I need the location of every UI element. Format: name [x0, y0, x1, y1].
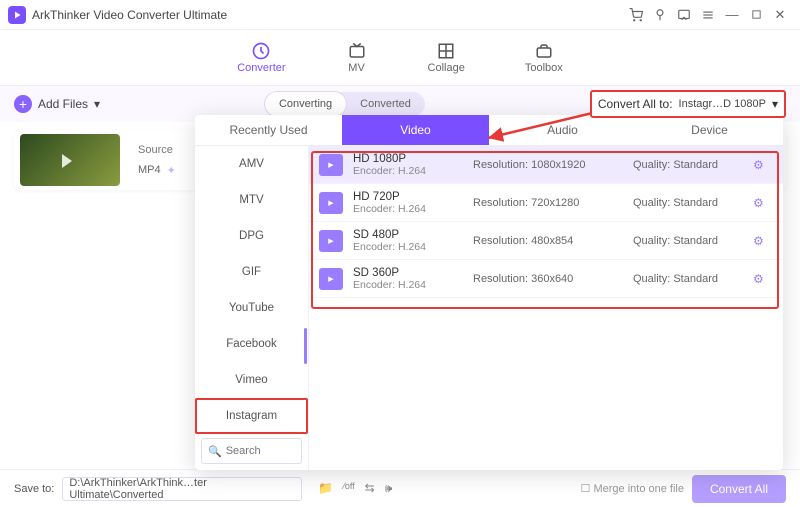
- merge-label: Merge into one file: [593, 483, 684, 495]
- converted-tab[interactable]: Converted: [346, 92, 425, 116]
- menu-icon[interactable]: [696, 3, 720, 27]
- source-label: Source: [138, 144, 176, 156]
- cart-icon[interactable]: [624, 3, 648, 27]
- category-item[interactable]: DPG: [195, 218, 308, 254]
- format-row[interactable]: ▶ SD 480PEncoder: H.264 Resolution: 480x85…: [309, 222, 783, 260]
- nav-label: Toolbox: [525, 62, 563, 74]
- add-files-button[interactable]: + Add Files ▾: [14, 95, 100, 113]
- status-pill: Converting Converted: [265, 92, 425, 116]
- convert-all-button[interactable]: Convert All: [692, 475, 786, 503]
- nav-label: MV: [348, 62, 365, 74]
- tab-audio[interactable]: Audio: [489, 115, 636, 145]
- nav-collage[interactable]: Collage: [428, 42, 465, 74]
- format-encoder: Encoder: H.264: [353, 203, 463, 215]
- tab-video[interactable]: Video: [342, 115, 489, 145]
- folder-icon[interactable]: 📁: [318, 481, 333, 496]
- format-encoder: Encoder: H.264: [353, 165, 463, 177]
- key-icon[interactable]: [648, 3, 672, 27]
- collage-icon: [435, 42, 457, 60]
- add-files-label: Add Files: [38, 97, 88, 111]
- off-icon[interactable]: ⁄off: [343, 481, 354, 496]
- category-item[interactable]: Vimeo: [195, 362, 308, 398]
- gear-icon[interactable]: ⚙: [753, 234, 773, 248]
- format-icon: ▶: [319, 192, 343, 214]
- saveto-label: Save to:: [14, 483, 54, 495]
- format-icon: ▶: [319, 268, 343, 290]
- tab-device[interactable]: Device: [636, 115, 783, 145]
- plus-icon: +: [14, 95, 32, 113]
- convert-all-to: Convert All to: Instagr…D 1080P ▾: [590, 90, 786, 118]
- bottom-icon-strip: 📁 ⁄off ⇆ 🕪: [318, 481, 392, 496]
- format-popup: Recently Used Video Audio Device AMVMTVD…: [195, 115, 783, 470]
- nav-mv[interactable]: MV: [346, 42, 368, 74]
- popup-tabs: Recently Used Video Audio Device: [195, 115, 783, 146]
- saveto-path[interactable]: D:\ArkThinker\ArkThink…ter Ultimate\Conv…: [62, 477, 302, 501]
- feedback-icon[interactable]: [672, 3, 696, 27]
- app-title: ArkThinker Video Converter Ultimate: [32, 8, 227, 22]
- category-item[interactable]: MTV: [195, 182, 308, 218]
- titlebar: ArkThinker Video Converter Ultimate — ✕: [0, 0, 800, 30]
- format-icon: ▶: [319, 230, 343, 252]
- convert-all-label: Convert All to:: [598, 97, 673, 111]
- format-quality: Quality: Standard: [633, 235, 743, 247]
- format-resolution: Resolution: 1080x1920: [473, 159, 623, 171]
- format-row[interactable]: ▶ HD 1080PEncoder: H.264 Resolution: 1080x…: [309, 146, 783, 184]
- category-item[interactable]: Instagram: [195, 398, 308, 434]
- chevron-down-icon[interactable]: ▾: [772, 97, 778, 111]
- merge-checkbox[interactable]: ☐ Merge into one file: [581, 482, 684, 495]
- gear-icon[interactable]: ⚙: [753, 272, 773, 286]
- format-icon: ▶: [319, 154, 343, 176]
- format-list: ▶HD 1080PEncoder: H.264Resolution: 1080x…: [309, 146, 783, 470]
- nav-label: Collage: [428, 62, 465, 74]
- format-name: HD 1080P: [353, 153, 463, 165]
- mv-icon: [346, 42, 368, 60]
- gear-icon[interactable]: ⚙: [753, 196, 773, 210]
- category-item[interactable]: Facebook: [195, 326, 308, 362]
- format-row[interactable]: ▶ HD 720PEncoder: H.264 Resolution: 720x12…: [309, 184, 783, 222]
- format-name: SD 480P: [353, 229, 463, 241]
- format-resolution: Resolution: 480x854: [473, 235, 623, 247]
- nav-label: Converter: [237, 62, 285, 74]
- format-name: HD 720P: [353, 191, 463, 203]
- maximize-button[interactable]: [744, 3, 768, 27]
- nav-converter[interactable]: Converter: [237, 42, 285, 74]
- toolbox-icon: [533, 42, 555, 60]
- tab-recent[interactable]: Recently Used: [195, 115, 342, 145]
- convert-all-value[interactable]: Instagr…D 1080P: [679, 98, 766, 110]
- format-text: MP4: [138, 164, 161, 176]
- format-resolution: Resolution: 360x640: [473, 273, 623, 285]
- format-quality: Quality: Standard: [633, 197, 743, 209]
- bottom-bar: Save to: D:\ArkThinker\ArkThink…ter Ulti…: [0, 469, 800, 507]
- category-item[interactable]: AMV: [195, 146, 308, 182]
- sound-icon[interactable]: 🕪: [385, 481, 393, 496]
- category-column: AMVMTVDPGGIFYouTubeFacebookVimeoInstagra…: [195, 146, 309, 470]
- format-row[interactable]: ▶ SD 360PEncoder: H.264 Resolution: 360x64…: [309, 260, 783, 298]
- converter-icon: [250, 42, 272, 60]
- video-thumbnail[interactable]: [20, 134, 120, 186]
- search-icon: 🔍: [208, 445, 222, 458]
- format-resolution: Resolution: 720x1280: [473, 197, 623, 209]
- app-logo: [8, 6, 26, 24]
- gear-icon[interactable]: ⚙: [753, 158, 773, 172]
- format-quality: Quality: Standard: [633, 273, 743, 285]
- format-encoder: Encoder: H.264: [353, 279, 463, 291]
- minimize-button[interactable]: —: [720, 3, 744, 27]
- format-quality: Quality: Standard: [633, 159, 743, 171]
- search-input[interactable]: [226, 445, 295, 457]
- toggle-icon[interactable]: ⇆: [365, 481, 375, 496]
- nav-toolbox[interactable]: Toolbox: [525, 42, 563, 74]
- close-button[interactable]: ✕: [768, 3, 792, 27]
- category-item[interactable]: GIF: [195, 254, 308, 290]
- category-item[interactable]: YouTube: [195, 290, 308, 326]
- scrollbar-thumb[interactable]: [304, 328, 307, 364]
- category-search[interactable]: 🔍: [201, 438, 302, 464]
- main-nav: Converter MV Collage Toolbox: [0, 30, 800, 86]
- format-name: SD 360P: [353, 267, 463, 279]
- converting-tab[interactable]: Converting: [265, 92, 346, 116]
- file-format-row: MP4 ✦: [138, 164, 176, 177]
- magic-icon[interactable]: ✦: [167, 164, 176, 177]
- format-encoder: Encoder: H.264: [353, 241, 463, 253]
